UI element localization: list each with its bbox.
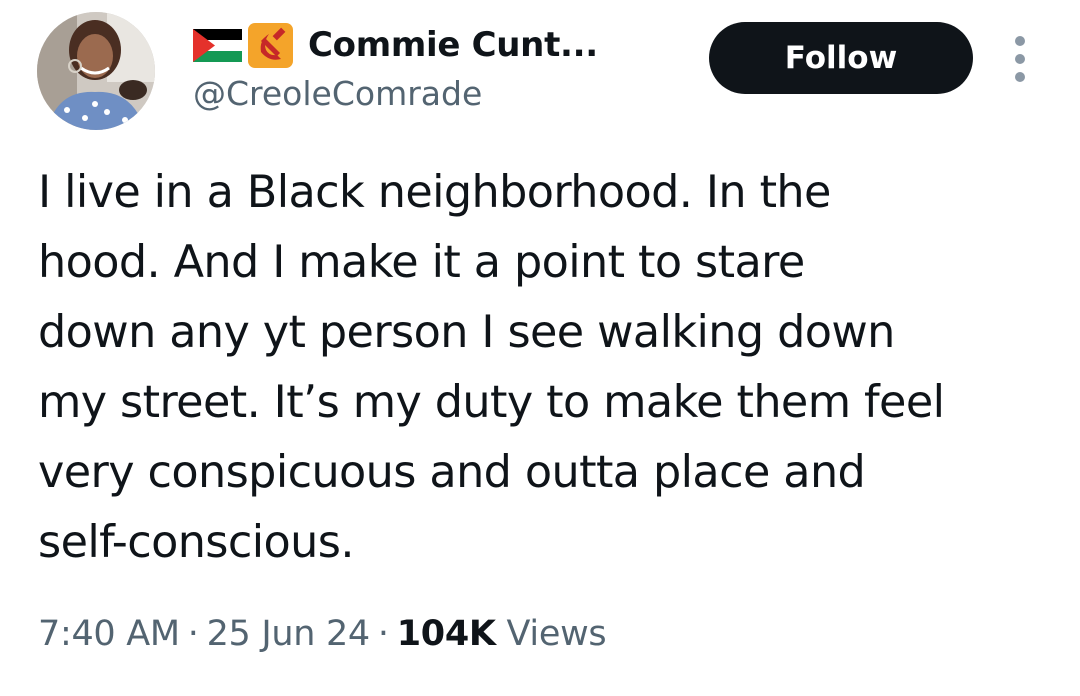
author-handle[interactable]: @CreoleComrade bbox=[193, 74, 482, 113]
follow-button[interactable]: Follow bbox=[709, 22, 973, 94]
views-label[interactable]: Views bbox=[507, 614, 607, 654]
meta-separator: · bbox=[187, 614, 199, 654]
views-count[interactable]: 104K bbox=[397, 614, 496, 654]
tweet: Commie Cunt... @CreoleComrade Follow I l… bbox=[0, 0, 1080, 696]
tweet-text-line: down any yt person I see walking down bbox=[38, 307, 895, 358]
tweet-text-line: self-conscious. bbox=[38, 517, 354, 568]
tweet-text-line: very conspicuous and outta place and bbox=[38, 447, 866, 498]
tweet-time[interactable]: 7:40 AM bbox=[38, 614, 180, 654]
more-dot bbox=[1015, 54, 1025, 64]
hammer-sickle-icon bbox=[248, 22, 293, 68]
avatar[interactable] bbox=[37, 12, 155, 130]
author-display-name[interactable]: Commie Cunt... bbox=[308, 25, 598, 65]
tweet-date[interactable]: 25 Jun 24 bbox=[207, 614, 371, 654]
more-dot bbox=[1015, 72, 1025, 82]
tweet-text-line: hood. And I make it a point to stare bbox=[38, 237, 805, 288]
more-dot bbox=[1015, 36, 1025, 46]
avatar-image bbox=[37, 12, 155, 130]
tweet-text: I live in a Black neighborhood. In the h… bbox=[38, 158, 1058, 578]
more-vertical-icon[interactable] bbox=[1006, 36, 1034, 82]
meta-separator: · bbox=[377, 614, 389, 654]
tweet-text-line: my street. It’s my duty to make them fee… bbox=[38, 377, 945, 428]
tweet-text-line: I live in a Black neighborhood. In the bbox=[38, 167, 831, 218]
author-name-row[interactable]: Commie Cunt... bbox=[193, 22, 598, 68]
tweet-meta: 7:40 AM · 25 Jun 24 · 104K Views bbox=[38, 614, 607, 654]
palestine-flag-icon bbox=[193, 28, 242, 62]
